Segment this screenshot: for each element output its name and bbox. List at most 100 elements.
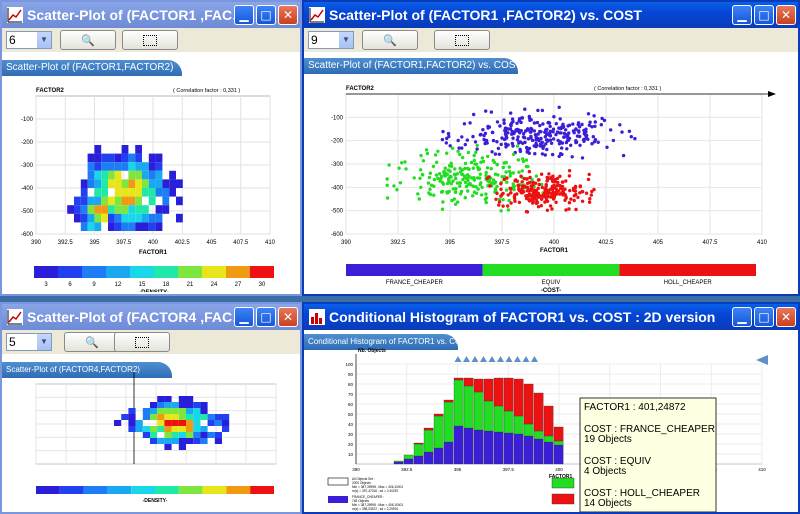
zoom-button[interactable]: 🔍 <box>362 30 418 50</box>
density-cell <box>121 205 129 214</box>
france-cheaper-point <box>571 129 576 133</box>
colorbar-label: -DENSITY- <box>139 290 169 292</box>
density-cell <box>101 205 108 214</box>
density-cell <box>80 205 88 214</box>
equiv-point <box>520 169 524 173</box>
france-cheaper-bar <box>513 433 524 465</box>
france-cheaper-point <box>593 120 597 124</box>
x-tick-label: 400 <box>148 240 159 246</box>
france-cheaper-point <box>532 121 537 125</box>
close-button[interactable]: ✕ <box>278 307 298 327</box>
title-bar[interactable]: Scatter-Plot of (FACTOR4 ,FAC… ▁ □ ✕ <box>2 304 300 330</box>
zoom-button[interactable]: 🔍 <box>60 30 116 50</box>
x-tick-label: 402.5 <box>175 240 191 246</box>
holl-cheaper-point <box>578 191 582 195</box>
chevron-down-icon[interactable]: ▼ <box>37 334 51 350</box>
bins-select[interactable]: 5 ▼ <box>6 333 52 351</box>
zoom-button[interactable]: 🔍 <box>64 332 120 352</box>
holl-cheaper-point <box>578 185 582 189</box>
france-cheaper-point <box>557 105 561 109</box>
equiv-point <box>467 167 471 171</box>
france-cheaper-point <box>503 131 508 136</box>
scatter-window-1: Scatter-Plot of (FACTOR1 ,FAC… ▁ □ ✕ 6 ▼ … <box>0 0 302 296</box>
holl-cheaper-point <box>564 196 568 200</box>
holl-cheaper-point <box>560 180 565 184</box>
holl-cheaper-point <box>525 195 529 199</box>
density-cell <box>142 432 150 438</box>
holl-cheaper-point <box>560 184 565 189</box>
density-cell <box>186 438 194 444</box>
france-cheaper-point <box>509 123 513 127</box>
france-cheaper-point <box>554 132 558 137</box>
equiv-point <box>416 192 420 196</box>
title-bar[interactable]: Scatter-Plot of (FACTOR1 ,FAC… ▁ □ ✕ <box>2 2 300 28</box>
minimize-button[interactable]: ▁ <box>732 307 752 327</box>
density-cell <box>108 179 115 188</box>
maximize-button[interactable]: □ <box>754 307 774 327</box>
equiv-point <box>455 172 460 176</box>
close-button[interactable]: ✕ <box>776 307 796 327</box>
select-area-button[interactable] <box>122 30 178 50</box>
select-area-button[interactable] <box>114 332 170 352</box>
france-cheaper-point <box>511 136 515 140</box>
minimize-button[interactable]: ▁ <box>234 5 254 25</box>
holl-cheaper-point <box>531 200 535 204</box>
france-cheaper-point <box>546 121 550 125</box>
density-cell <box>128 179 136 188</box>
correlation-label: ( Correlation factor : 0,331 ) <box>173 88 240 94</box>
france-cheaper-point <box>620 130 624 134</box>
colorbar-tick: 27 <box>235 282 242 288</box>
colorbar-swatch <box>130 266 154 278</box>
y-tick-label: 30 <box>348 432 354 437</box>
france-cheaper-point <box>472 112 476 117</box>
density-cell <box>142 408 150 414</box>
close-button[interactable]: ✕ <box>776 5 796 25</box>
equiv-point <box>435 160 439 164</box>
density-cell <box>87 205 95 214</box>
maximize-button[interactable]: □ <box>256 307 276 327</box>
minimize-button[interactable]: ▁ <box>234 307 254 327</box>
select-area-button[interactable] <box>434 30 490 50</box>
maximize-button[interactable]: □ <box>256 5 276 25</box>
holl-cheaper-point <box>558 192 562 196</box>
density-cell <box>155 179 163 188</box>
holl-cheaper-point <box>499 182 503 186</box>
france-cheaper-point <box>543 135 547 139</box>
equiv-point <box>420 172 425 177</box>
france-cheaper-point <box>495 120 500 124</box>
france-cheaper-point <box>565 147 569 151</box>
title-bar[interactable]: Scatter-Plot of (FACTOR1 ,FACTOR2) vs. C… <box>304 2 798 28</box>
scatter-plot[interactable]: 390 392.5 395 397.5 400 402.5 405 407.5 410 -100 -… <box>304 52 798 292</box>
equiv-point <box>480 156 485 160</box>
close-button[interactable]: ✕ <box>278 5 298 25</box>
chevron-down-icon[interactable]: ▼ <box>37 32 51 48</box>
minimize-button[interactable]: ▁ <box>732 5 752 25</box>
maximize-button[interactable]: □ <box>754 5 774 25</box>
density-cell <box>150 408 158 414</box>
france-cheaper-point <box>491 130 495 135</box>
density-cell <box>135 222 142 231</box>
chevron-down-icon[interactable]: ▼ <box>339 32 353 48</box>
france-cheaper-point <box>540 140 544 145</box>
histogram-plot[interactable]: 100 90 80 70 60 50 40 30 20 10 390 392.5 395 397.5 400… <box>304 330 798 512</box>
france-cheaper-point <box>592 114 596 118</box>
density-cell <box>186 420 194 426</box>
title-bar[interactable]: Conditional Histogram of FACTOR1 vs. COS… <box>304 304 798 330</box>
france-cheaper-point <box>491 138 496 143</box>
equiv-point <box>463 161 468 166</box>
bins-select[interactable]: 9 ▼ <box>308 31 354 49</box>
density-cell <box>101 179 108 188</box>
france-cheaper-point <box>533 152 537 156</box>
density-plot[interactable]: -DENSITY- <box>2 354 300 512</box>
holl-cheaper-point <box>554 191 559 196</box>
equiv-point <box>412 176 416 180</box>
density-cell <box>135 162 142 171</box>
equiv-bar <box>423 429 434 453</box>
density-plot[interactable]: 390 392.5 395 397.5 400 402.5 405 407.5 410 -100 -… <box>2 52 300 292</box>
france-cheaper-point <box>567 131 571 135</box>
equiv-point <box>437 172 442 176</box>
density-cell <box>162 188 170 197</box>
equiv-bar <box>443 401 454 443</box>
bins-select[interactable]: 6 ▼ <box>6 31 52 49</box>
chart-app-icon <box>7 309 23 325</box>
